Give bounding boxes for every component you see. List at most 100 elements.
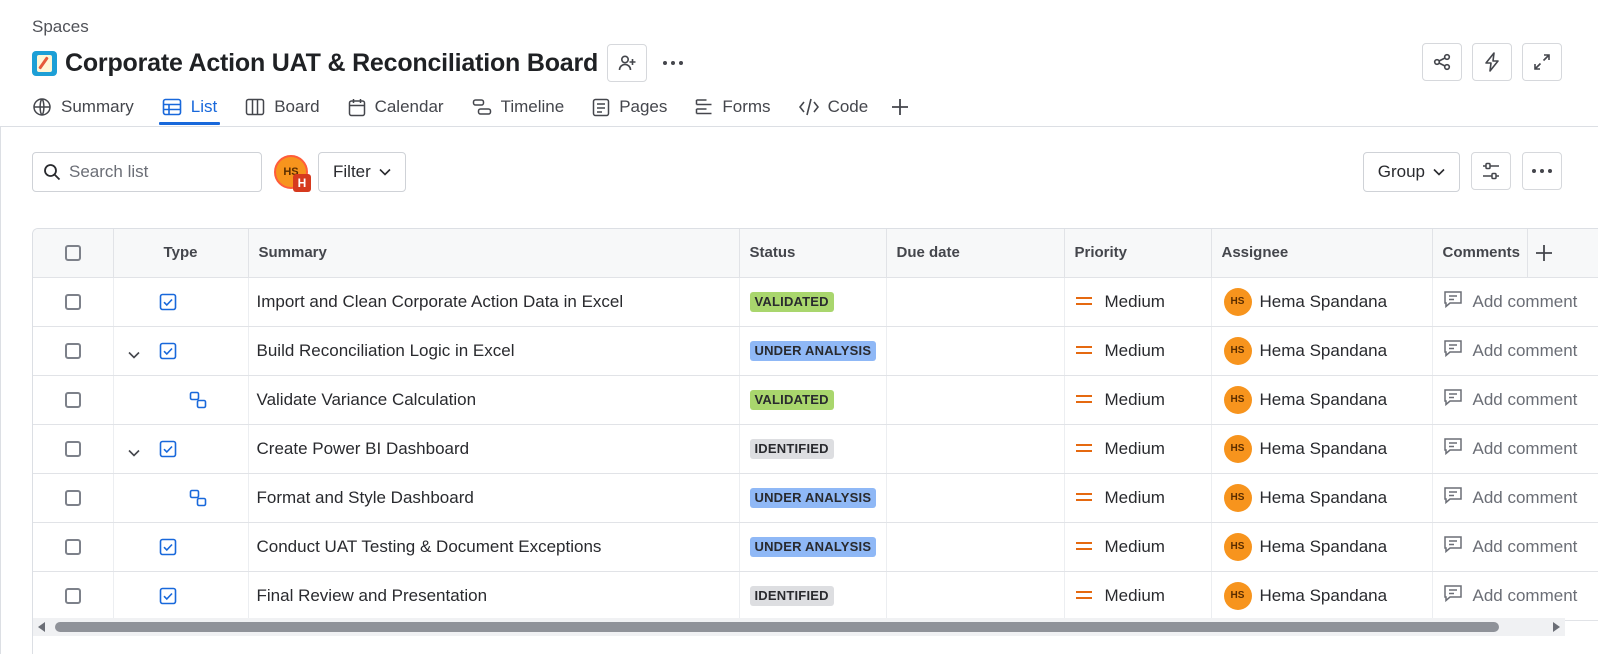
view-settings-button[interactable] — [1471, 152, 1511, 190]
search-input[interactable] — [69, 162, 249, 182]
tab-timeline[interactable]: Timeline — [472, 92, 564, 122]
row-checkbox[interactable] — [64, 392, 81, 409]
group-button[interactable]: Group — [1362, 152, 1460, 192]
priority-cell[interactable]: Medium — [1064, 571, 1212, 621]
due-date-cell[interactable] — [886, 571, 1065, 621]
comments-cell[interactable]: Add comment — [1432, 277, 1598, 327]
column-header-summary[interactable]: Summary — [248, 229, 740, 278]
task-icon[interactable] — [159, 538, 177, 561]
summary-text[interactable]: Final Review and Presentation — [257, 586, 488, 605]
search-box[interactable] — [32, 152, 262, 192]
table-row[interactable]: Conduct UAT Testing & Document Exception… — [33, 522, 1598, 572]
add-view-button[interactable] — [890, 92, 910, 122]
assignee-cell[interactable]: HS Hema Spandana — [1211, 326, 1433, 376]
priority-cell[interactable]: Medium — [1064, 277, 1212, 327]
status-lozenge[interactable]: IDENTIFIED — [749, 586, 834, 606]
priority-cell[interactable]: Medium — [1064, 424, 1212, 474]
scrollbar-thumb[interactable] — [55, 622, 1499, 632]
select-all-checkbox[interactable] — [64, 245, 81, 262]
comments-cell[interactable]: Add comment — [1432, 424, 1598, 474]
status-lozenge[interactable]: UNDER ANALYSIS — [749, 341, 877, 361]
summary-text[interactable]: Conduct UAT Testing & Document Exception… — [257, 537, 602, 556]
summary-cell[interactable]: Validate Variance Calculation — [248, 375, 740, 425]
tab-calendar[interactable]: Calendar — [348, 92, 444, 122]
chevron-down-icon[interactable] — [127, 442, 140, 462]
row-checkbox[interactable] — [64, 588, 81, 605]
column-header-comments[interactable]: Comments — [1432, 229, 1528, 278]
row-checkbox[interactable] — [64, 441, 81, 458]
list-table-container[interactable]: Type Summary Status Due date Priority As… — [32, 228, 1598, 654]
automation-button[interactable] — [1472, 43, 1512, 81]
priority-cell[interactable]: Medium — [1064, 326, 1212, 376]
task-icon[interactable] — [159, 342, 177, 365]
due-date-cell[interactable] — [886, 424, 1065, 474]
tab-summary[interactable]: Summary — [32, 92, 134, 122]
table-row[interactable]: Import and Clean Corporate Action Data i… — [33, 277, 1598, 327]
table-row[interactable]: Create Power BI Dashboard IDENTIFIED Mediu… — [33, 424, 1598, 474]
add-comment-link[interactable]: Add comment — [1473, 292, 1578, 312]
assignee-cell[interactable]: HS Hema Spandana — [1211, 473, 1433, 523]
tab-forms[interactable]: Forms — [695, 92, 771, 122]
comments-cell[interactable]: Add comment — [1432, 375, 1598, 425]
breadcrumb[interactable]: Spaces — [32, 17, 89, 37]
more-button[interactable] — [653, 44, 693, 82]
task-icon[interactable] — [159, 587, 177, 610]
add-comment-link[interactable]: Add comment — [1473, 537, 1578, 557]
add-comment-link[interactable]: Add comment — [1473, 390, 1578, 410]
due-date-cell[interactable] — [886, 522, 1065, 572]
column-header-priority[interactable]: Priority — [1064, 229, 1212, 278]
table-row[interactable]: Validate Variance Calculation VALIDATED Me… — [33, 375, 1598, 425]
row-checkbox[interactable] — [64, 490, 81, 507]
comments-cell[interactable]: Add comment — [1432, 473, 1598, 523]
comments-cell[interactable]: Add comment — [1432, 522, 1598, 572]
column-header-assignee[interactable]: Assignee — [1211, 229, 1433, 278]
summary-cell[interactable]: Build Reconciliation Logic in Excel — [248, 326, 740, 376]
horizontal-scrollbar[interactable] — [33, 618, 1565, 636]
assignee-cell[interactable]: HS Hema Spandana — [1211, 424, 1433, 474]
comments-cell[interactable]: Add comment — [1432, 326, 1598, 376]
summary-text[interactable]: Import and Clean Corporate Action Data i… — [257, 292, 624, 311]
task-icon[interactable] — [159, 293, 177, 316]
due-date-cell[interactable] — [886, 277, 1065, 327]
row-checkbox[interactable] — [64, 539, 81, 556]
summary-cell[interactable]: Conduct UAT Testing & Document Exception… — [248, 522, 740, 572]
status-lozenge[interactable]: UNDER ANALYSIS — [749, 488, 877, 508]
add-people-button[interactable] — [607, 44, 648, 82]
row-checkbox[interactable] — [64, 294, 81, 311]
add-comment-link[interactable]: Add comment — [1473, 586, 1578, 606]
tab-board[interactable]: Board — [245, 92, 320, 122]
due-date-cell[interactable] — [886, 375, 1065, 425]
assignee-cell[interactable]: HS Hema Spandana — [1211, 375, 1433, 425]
summary-cell[interactable]: Format and Style Dashboard — [248, 473, 740, 523]
table-row[interactable]: Final Review and Presentation IDENTIFIED M… — [33, 571, 1598, 621]
scroll-left-arrow[interactable] — [38, 622, 45, 632]
summary-text[interactable]: Create Power BI Dashboard — [257, 439, 470, 458]
task-icon[interactable] — [159, 440, 177, 463]
summary-cell[interactable]: Final Review and Presentation — [248, 571, 740, 621]
add-comment-link[interactable]: Add comment — [1473, 341, 1578, 361]
avatar-filter[interactable]: HS H — [274, 155, 311, 192]
due-date-cell[interactable] — [886, 326, 1065, 376]
summary-text[interactable]: Format and Style Dashboard — [257, 488, 474, 507]
add-comment-link[interactable]: Add comment — [1473, 439, 1578, 459]
summary-cell[interactable]: Create Power BI Dashboard — [248, 424, 740, 474]
share-button[interactable] — [1422, 43, 1462, 81]
tab-code[interactable]: Code — [798, 92, 868, 122]
summary-cell[interactable]: Import and Clean Corporate Action Data i… — [248, 277, 740, 327]
status-lozenge[interactable]: UNDER ANALYSIS — [749, 537, 877, 557]
column-header-type[interactable]: Type — [113, 229, 249, 278]
priority-cell[interactable]: Medium — [1064, 375, 1212, 425]
row-checkbox[interactable] — [64, 343, 81, 360]
column-header-status[interactable]: Status — [739, 229, 887, 278]
tab-list[interactable]: List — [158, 92, 221, 125]
tab-pages[interactable]: Pages — [592, 92, 667, 122]
assignee-cell[interactable]: HS Hema Spandana — [1211, 522, 1433, 572]
status-lozenge[interactable]: VALIDATED — [749, 390, 834, 410]
summary-text[interactable]: Validate Variance Calculation — [257, 390, 477, 409]
subtask-icon[interactable] — [189, 391, 207, 414]
table-row[interactable]: Build Reconciliation Logic in Excel UNDER… — [33, 326, 1598, 376]
status-lozenge[interactable]: VALIDATED — [749, 292, 834, 312]
assignee-cell[interactable]: HS Hema Spandana — [1211, 277, 1433, 327]
priority-cell[interactable]: Medium — [1064, 473, 1212, 523]
priority-cell[interactable]: Medium — [1064, 522, 1212, 572]
